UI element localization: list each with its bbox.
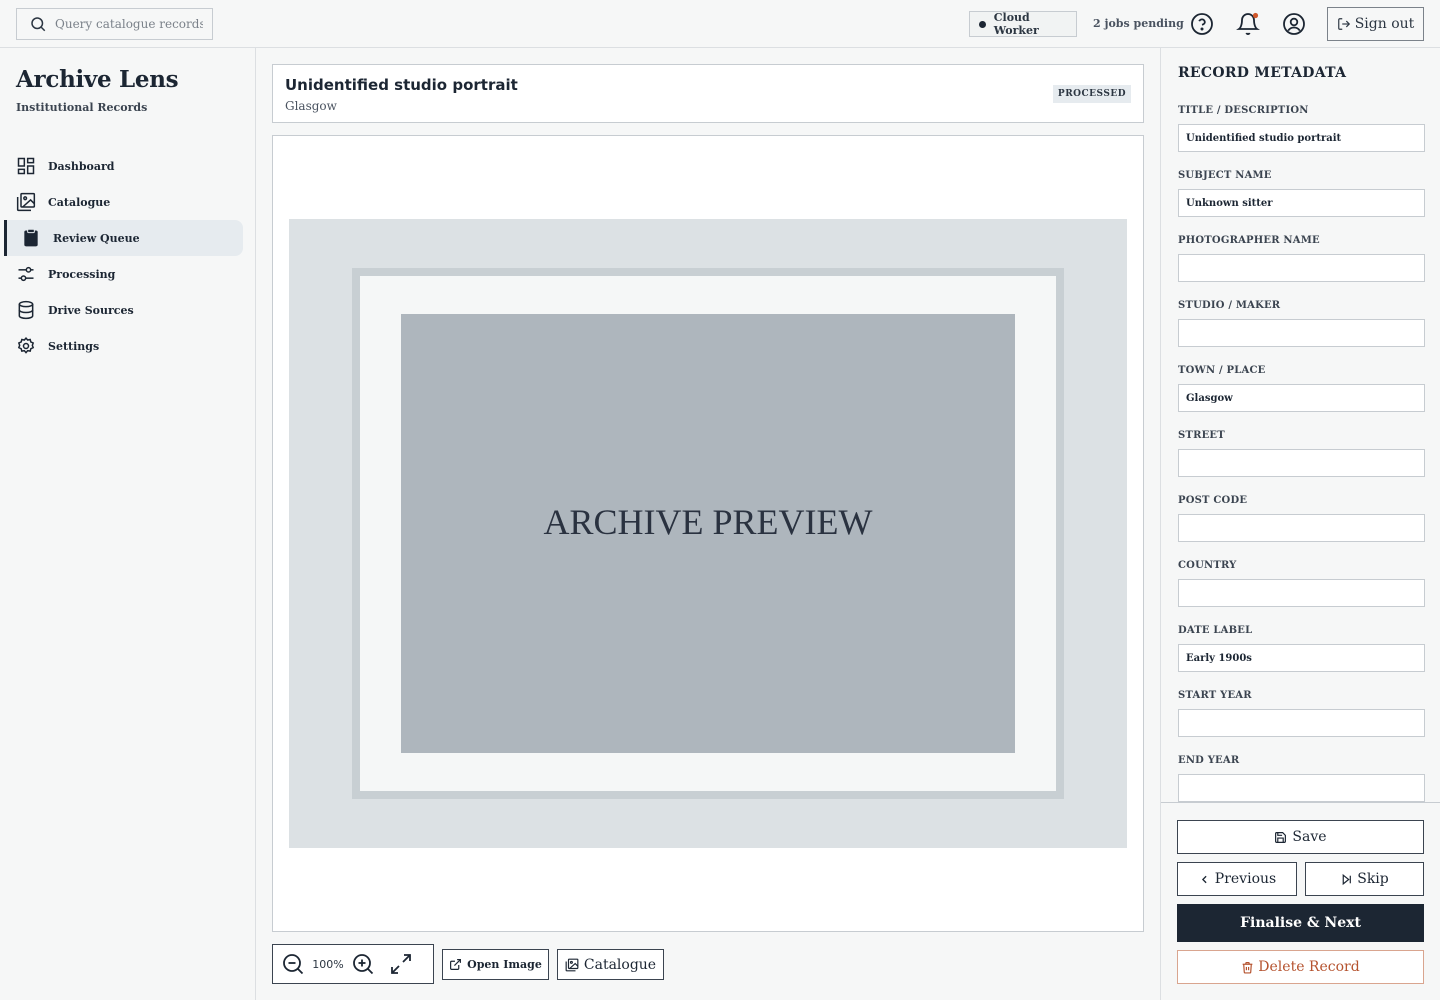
catalogue-button[interactable]: Catalogue — [557, 949, 664, 980]
field-label: PHOTOGRAPHER NAME — [1178, 235, 1320, 246]
zoom-toolbar: 100% — [272, 944, 434, 984]
brand-name: Archive Lens — [16, 66, 179, 93]
sidebar-item-processing[interactable]: Processing — [0, 256, 243, 292]
post-code-field[interactable] — [1178, 514, 1425, 542]
user-icon[interactable] — [1282, 12, 1306, 36]
field-label: STREET — [1178, 430, 1225, 441]
open-image-label: Open Image — [467, 958, 542, 971]
record-title: Unidentified studio portrait — [285, 76, 518, 94]
date-label-field[interactable] — [1178, 644, 1425, 672]
sidebar-item-review-queue[interactable]: Review Queue — [4, 220, 243, 256]
catalogue-label: Catalogue — [583, 956, 657, 973]
preview-text: ARCHIVE PREVIEW — [544, 502, 873, 542]
main-content: Unidentified studio portrait Glasgow PRO… — [256, 48, 1160, 1000]
worker-status[interactable]: Cloud Worker — [969, 11, 1077, 37]
external-link-icon — [450, 959, 462, 970]
photographer-name-field[interactable] — [1178, 254, 1425, 282]
field-label: TOWN / PLACE — [1178, 365, 1266, 376]
record-header: Unidentified studio portrait Glasgow PRO… — [272, 64, 1144, 123]
sidebar-item-catalogue[interactable]: Catalogue — [0, 184, 243, 220]
field-label: DATE LABEL — [1178, 625, 1253, 636]
delete-label: Delete Record — [1258, 959, 1360, 975]
finalise-next-button[interactable]: Finalise & Next — [1177, 904, 1424, 942]
grid-icon — [17, 157, 35, 175]
field-label: COUNTRY — [1178, 560, 1237, 571]
sidebar-item-label: Catalogue — [48, 195, 111, 209]
worker-label: Cloud Worker — [993, 11, 1039, 37]
sidebar: Archive Lens Institutional Records Dashb… — [0, 48, 256, 1000]
sign-out-icon — [1337, 18, 1350, 30]
zoom-out-icon[interactable] — [281, 952, 305, 976]
gallery-icon — [565, 958, 579, 971]
help-icon[interactable] — [1190, 12, 1214, 36]
subject-name-field[interactable] — [1178, 189, 1425, 217]
fullscreen-icon[interactable] — [389, 952, 413, 976]
field-label: POST CODE — [1178, 495, 1248, 506]
finalise-label: Finalise & Next — [1240, 915, 1361, 931]
save-button[interactable]: Save — [1177, 820, 1424, 854]
delete-record-button[interactable]: Delete Record — [1177, 950, 1424, 984]
zoom-level: 100% — [312, 957, 344, 971]
top-bar: Cloud Worker 2 jobs pending Sign out — [0, 0, 1440, 48]
zoom-in-icon[interactable] — [351, 952, 375, 976]
sign-out-button[interactable]: Sign out — [1327, 7, 1424, 41]
country-field[interactable] — [1178, 579, 1425, 607]
jobs-pending: 2 jobs pending — [1093, 17, 1184, 30]
gallery-icon — [16, 192, 36, 212]
search-box[interactable] — [16, 8, 213, 40]
search-icon — [31, 17, 46, 32]
studio-maker-field[interactable] — [1178, 319, 1425, 347]
field-label: TITLE / DESCRIPTION — [1178, 105, 1309, 116]
sidebar-item-dashboard[interactable]: Dashboard — [0, 148, 243, 184]
sidebar-item-settings[interactable]: Settings — [0, 328, 243, 364]
sliders-icon — [18, 266, 34, 282]
action-bar: Save Previous Skip Finalise & Next Delet… — [1161, 802, 1440, 1000]
sidebar-item-label: Settings — [48, 339, 100, 353]
sidebar-item-label: Review Queue — [53, 231, 140, 245]
field-label: STUDIO / MAKER — [1178, 300, 1281, 311]
database-icon — [18, 300, 34, 320]
sidebar-item-label: Processing — [48, 267, 116, 281]
skip-button[interactable]: Skip — [1305, 862, 1424, 896]
search-input[interactable] — [55, 17, 203, 31]
skip-label: Skip — [1357, 871, 1389, 887]
status-dot — [979, 20, 986, 28]
sidebar-item-drive-sources[interactable]: Drive Sources — [0, 292, 243, 328]
brand-subtitle: Institutional Records — [16, 101, 148, 114]
previous-label: Previous — [1214, 871, 1277, 887]
skip-icon — [1342, 873, 1352, 885]
field-label: END YEAR — [1178, 755, 1240, 766]
trash-icon — [1242, 961, 1253, 974]
end-year-field[interactable] — [1178, 774, 1425, 802]
field-label: SUBJECT NAME — [1178, 170, 1272, 181]
record-place: Glasgow — [285, 99, 337, 113]
sign-out-label: Sign out — [1354, 16, 1415, 32]
metadata-heading: RECORD METADATA — [1178, 65, 1347, 81]
chevron-left-icon — [1201, 875, 1207, 883]
open-image-button[interactable]: Open Image — [442, 949, 549, 980]
title-field[interactable] — [1178, 124, 1425, 152]
street-field[interactable] — [1178, 449, 1425, 477]
sidebar-item-label: Dashboard — [48, 159, 115, 173]
image-viewer[interactable]: ARCHIVE PREVIEW — [272, 135, 1144, 932]
field-label: START YEAR — [1178, 690, 1252, 701]
clipboard-icon — [24, 228, 38, 247]
status-badge: PROCESSED — [1052, 85, 1131, 103]
metadata-panel: RECORD METADATA TITLE / DESCRIPTION SUBJ… — [1160, 48, 1440, 1000]
archive-preview-image: ARCHIVE PREVIEW — [289, 219, 1127, 848]
sidebar-item-label: Drive Sources — [48, 303, 134, 317]
save-icon — [1275, 831, 1287, 843]
gear-icon — [17, 336, 35, 354]
start-year-field[interactable] — [1178, 709, 1425, 737]
bell-icon[interactable] — [1236, 12, 1260, 36]
previous-button[interactable]: Previous — [1177, 862, 1297, 896]
save-label: Save — [1292, 829, 1327, 845]
town-place-field[interactable] — [1178, 384, 1425, 412]
